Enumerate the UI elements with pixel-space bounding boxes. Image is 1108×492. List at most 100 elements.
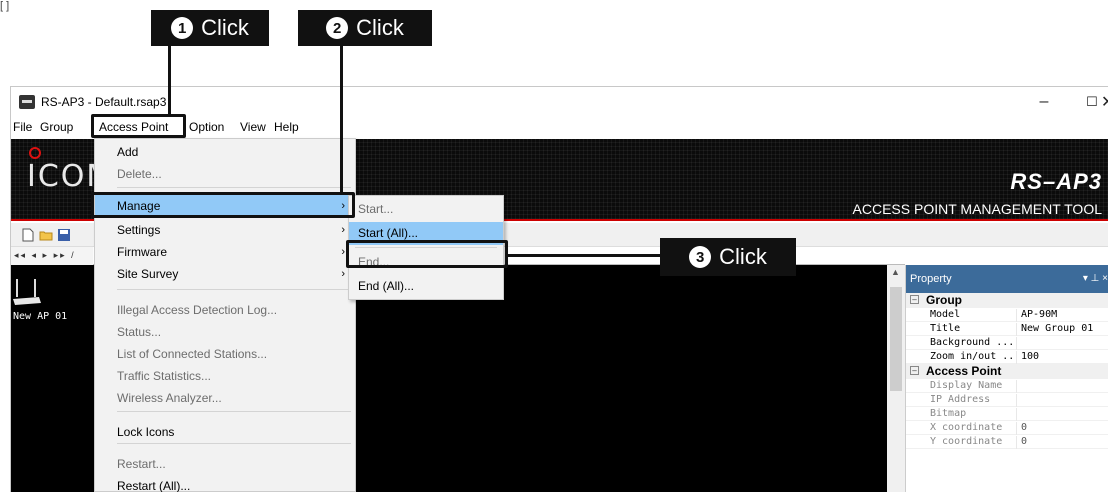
property-row[interactable]: Display Name bbox=[906, 379, 1108, 393]
menu-group[interactable]: Group bbox=[40, 120, 73, 134]
menu-separator bbox=[117, 443, 351, 444]
new-file-icon[interactable] bbox=[21, 228, 35, 242]
menu-item-label: Delete... bbox=[117, 167, 162, 181]
submenu-item-end-all[interactable]: End (All)... bbox=[349, 275, 503, 298]
property-row[interactable]: X coordinate 0 bbox=[906, 421, 1108, 435]
collapse-icon[interactable]: – bbox=[910, 295, 919, 304]
step-number-1: 1 bbox=[171, 17, 194, 39]
menu-item-label: Firmware bbox=[117, 245, 167, 259]
chevron-right-icon: › bbox=[341, 268, 345, 280]
title-bar: RS-AP3 - Default.rsap3 – ☐ ✕ bbox=[11, 87, 1108, 117]
menu-item-site-survey[interactable]: Site Survey › bbox=[95, 263, 355, 285]
menu-item-add[interactable]: Add bbox=[95, 141, 355, 163]
menu-item-label: Traffic Statistics... bbox=[117, 369, 212, 383]
property-row[interactable]: Background ... bbox=[906, 336, 1108, 350]
menu-item-label: Illegal Access Detection Log... bbox=[117, 303, 278, 317]
callout-label-1: Click bbox=[201, 15, 249, 40]
minimize-button[interactable]: – bbox=[1021, 87, 1067, 117]
chevron-right-icon: › bbox=[341, 246, 345, 258]
menu-item-status[interactable]: Status... bbox=[95, 321, 355, 343]
menu-help[interactable]: Help bbox=[274, 120, 299, 134]
property-category-name: Group bbox=[926, 293, 962, 307]
menu-item-illegal-access-detection-log[interactable]: Illegal Access Detection Log... bbox=[95, 299, 355, 321]
menu-option[interactable]: Option bbox=[189, 120, 224, 134]
property-row[interactable]: Y coordinate 0 bbox=[906, 435, 1108, 449]
collapse-icon[interactable]: – bbox=[910, 366, 919, 375]
chevron-right-icon: › bbox=[341, 224, 345, 236]
property-value[interactable] bbox=[1016, 394, 1021, 407]
menu-file[interactable]: File bbox=[13, 120, 32, 134]
access-point-device-icon[interactable] bbox=[13, 277, 43, 311]
scroll-up-icon[interactable]: ▲ bbox=[891, 267, 900, 277]
menu-item-lock-icons[interactable]: Lock Icons bbox=[95, 421, 355, 443]
highlight-manage-item bbox=[91, 192, 355, 218]
menu-item-restart[interactable]: Restart... bbox=[95, 453, 355, 475]
property-category[interactable]: – Group bbox=[906, 293, 1108, 308]
menu-separator bbox=[117, 187, 351, 188]
window-title: RS-AP3 - Default.rsap3 bbox=[41, 95, 167, 109]
product-tagline: ACCESS POINT MANAGEMENT TOOL bbox=[852, 201, 1102, 217]
menu-item-label: Add bbox=[117, 145, 139, 159]
menu-item-label: Site Survey bbox=[117, 267, 179, 281]
highlight-access-point-menu bbox=[91, 114, 186, 138]
open-folder-icon[interactable] bbox=[39, 228, 53, 242]
property-key: Zoom in/out ... bbox=[930, 351, 1012, 362]
property-panel: Property ▾ ⊥ × – Group Model AP-90M Title New… bbox=[905, 265, 1108, 492]
property-key: IP Address bbox=[930, 394, 991, 405]
property-row[interactable]: Title New Group 01 bbox=[906, 322, 1108, 336]
menu-item-traffic-statistics[interactable]: Traffic Statistics... bbox=[95, 365, 355, 387]
menu-separator bbox=[117, 411, 351, 412]
callout-step-1: 1 Click bbox=[151, 10, 269, 46]
property-key: X coordinate bbox=[930, 422, 1003, 433]
property-key: Title bbox=[930, 323, 961, 334]
product-name: RS–AP3 bbox=[1010, 169, 1102, 194]
leader-line-2 bbox=[340, 46, 343, 192]
menu-item-list-of-connected-stations[interactable]: List of Connected Stations... bbox=[95, 343, 355, 365]
ap-label[interactable]: New AP 01 bbox=[13, 311, 67, 322]
property-value[interactable]: 0 bbox=[1016, 422, 1027, 435]
app-icon bbox=[19, 95, 35, 109]
close-button[interactable]: ✕ bbox=[1101, 87, 1108, 117]
property-category[interactable]: – Access Point bbox=[906, 364, 1108, 379]
leader-line-3 bbox=[506, 254, 660, 257]
scroll-thumb[interactable] bbox=[890, 287, 902, 391]
property-value[interactable]: 0 bbox=[1016, 436, 1027, 449]
menu-item-label: Settings bbox=[117, 223, 161, 237]
leader-line-1 bbox=[168, 46, 171, 114]
menu-item-label: Restart (All)... bbox=[117, 479, 191, 492]
menu-item-wireless-analyzer[interactable]: Wireless Analyzer... bbox=[95, 387, 355, 409]
property-key: Display Name bbox=[930, 380, 1003, 391]
property-category-name: Access Point bbox=[926, 364, 1002, 378]
logo-ring-icon bbox=[29, 147, 41, 159]
property-row[interactable]: Bitmap bbox=[906, 407, 1108, 421]
menu-item-delete[interactable]: Delete... bbox=[95, 163, 355, 185]
callout-step-2: 2 Click bbox=[298, 10, 432, 46]
property-key: Background ... bbox=[930, 337, 1012, 348]
property-row[interactable]: Model AP-90M bbox=[906, 308, 1108, 322]
save-icon[interactable] bbox=[57, 228, 71, 242]
panel-controls-icon[interactable]: ▾ ⊥ × bbox=[1083, 273, 1108, 284]
property-key: Model bbox=[930, 309, 961, 320]
property-value[interactable]: 100 bbox=[1016, 351, 1039, 364]
menu-view[interactable]: View bbox=[240, 120, 266, 134]
property-panel-header: Property ▾ ⊥ × bbox=[906, 265, 1108, 293]
property-value[interactable] bbox=[1016, 408, 1021, 421]
record-navigator[interactable]: ◂◂ ◂ ▸ ▸▸ / bbox=[11, 247, 93, 265]
highlight-start-all-item bbox=[346, 240, 508, 268]
vertical-scrollbar[interactable]: ▲ bbox=[887, 265, 905, 492]
menu-item-label: Lock Icons bbox=[117, 425, 175, 439]
menu-item-restart-all[interactable]: Restart (All)... bbox=[95, 475, 355, 492]
property-value[interactable] bbox=[1016, 337, 1021, 350]
step-number-2: 2 bbox=[326, 17, 349, 39]
property-value[interactable]: AP-90M bbox=[1016, 309, 1057, 322]
menu-separator bbox=[117, 289, 351, 290]
property-row[interactable]: IP Address bbox=[906, 393, 1108, 407]
property-grid: – Group Model AP-90M Title New Group 01 Backgr… bbox=[906, 293, 1108, 449]
property-row[interactable]: Zoom in/out ... 100 bbox=[906, 350, 1108, 364]
property-value[interactable] bbox=[1016, 380, 1021, 393]
menu-item-firmware[interactable]: Firmware › bbox=[95, 241, 355, 263]
property-value[interactable]: New Group 01 bbox=[1016, 323, 1093, 336]
ap-tree-pane: New AP 01 bbox=[11, 265, 93, 492]
menu-item-settings[interactable]: Settings › bbox=[95, 219, 355, 241]
submenu-item-start[interactable]: Start... bbox=[349, 198, 503, 221]
